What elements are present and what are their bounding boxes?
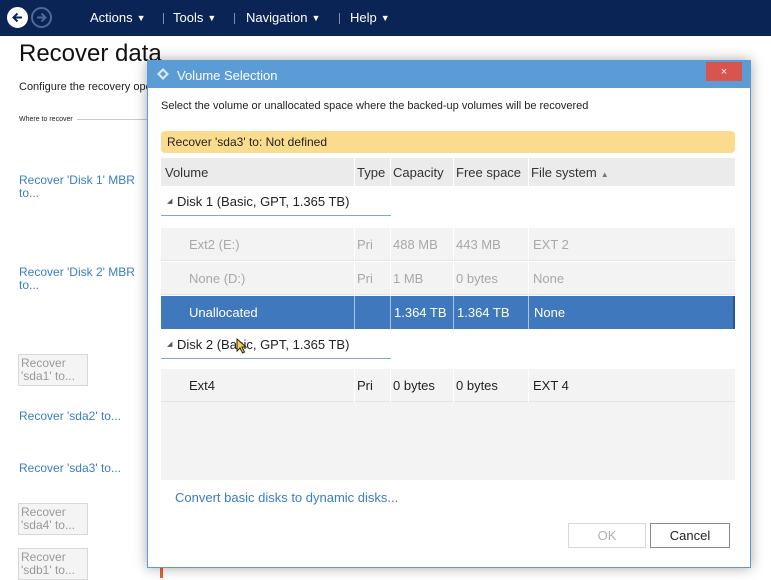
recover-disk1-mbr-link[interactable]: Recover 'Disk 1' MBR to... <box>19 174 139 200</box>
column-divider <box>453 158 454 186</box>
table-row-selected[interactable]: Unallocated 1.364 TB 1.364 TB None <box>161 296 735 329</box>
volume-selection-dialog: Volume Selection × Select the volume or … <box>147 60 751 568</box>
cell-free-space: 0 bytes <box>456 378 498 393</box>
menu-navigation-label: Navigation <box>246 10 308 25</box>
column-header-type[interactable]: Type <box>357 165 385 180</box>
cell-volume: Unallocated <box>189 305 258 320</box>
convert-dynamic-disks-link[interactable]: Convert basic disks to dynamic disks... <box>175 490 398 505</box>
cell-file-system: None <box>528 296 735 329</box>
column-divider <box>354 158 355 186</box>
dialog-instruction: Select the volume or unallocated space w… <box>161 100 589 112</box>
column-header-file-system[interactable]: File system ▲ <box>531 165 609 180</box>
table-row: None (D:) Pri 1 MB 0 bytes None <box>161 262 735 295</box>
recover-sda4-item[interactable]: Recover 'sda4' to... <box>18 503 88 535</box>
collapse-triangle-icon: ◢ <box>167 341 173 348</box>
close-icon: × <box>720 65 728 78</box>
cell-type: Pri <box>357 378 373 393</box>
dialog-title: Volume Selection <box>177 68 278 83</box>
cell-file-system: EXT 2 <box>533 237 569 252</box>
disk-underline <box>161 358 391 359</box>
cell-capacity: 0 bytes <box>393 378 435 393</box>
column-header-free-space[interactable]: Free space <box>456 165 521 180</box>
section-divider <box>77 119 149 120</box>
recover-sda2-link[interactable]: Recover 'sda2' to... <box>19 410 139 423</box>
cell-free-space: 1.364 TB <box>453 296 528 329</box>
chevron-down-icon: ▼ <box>136 12 146 23</box>
sort-ascending-icon: ▲ <box>600 170 609 179</box>
arrow-right-icon <box>37 12 47 23</box>
recover-sdb1-item[interactable]: Recover 'sdb1' to... <box>18 548 88 580</box>
section-label: Where to recover <box>19 116 73 123</box>
recover-sda1-item[interactable]: Recover 'sda1' to... <box>18 354 88 386</box>
back-button[interactable] <box>7 7 28 28</box>
cell-capacity: 1 MB <box>393 271 424 286</box>
recover-disk2-mbr-link[interactable]: Recover 'Disk 2' MBR to... <box>19 266 139 292</box>
close-button[interactable]: × <box>706 62 742 81</box>
disk-group-header[interactable]: ◢ Disk 1 (Basic, GPT, 1.365 TB) <box>161 189 735 216</box>
cell-free-space: 443 MB <box>456 237 501 252</box>
recover-target-banner: Recover 'sda3' to: Not defined <box>161 131 735 153</box>
disk-label: Disk 1 (Basic, GPT, 1.365 TB) <box>177 194 350 209</box>
menu-actions-label: Actions <box>90 10 133 25</box>
recover-sda3-link[interactable]: Recover 'sda3' to... <box>19 462 139 475</box>
top-menu-bar: Actions ▼ Tools ▼ Navigation ▼ Help ▼ <box>0 0 771 36</box>
status-marker <box>160 567 163 578</box>
disk-underline <box>161 215 391 216</box>
table-row: Ext2 (E:) Pri 488 MB 443 MB EXT 2 <box>161 228 735 261</box>
page-title: Recover data <box>19 40 162 67</box>
column-divider <box>528 158 529 186</box>
volume-table-header: Volume Type Capacity Free space File sys… <box>161 158 735 186</box>
chevron-down-icon: ▼ <box>380 12 390 23</box>
cell-type: Pri <box>357 271 373 286</box>
dialog-body: Select the volume or unallocated space w… <box>148 88 750 567</box>
column-header-file-system-label: File system <box>531 165 597 180</box>
chevron-down-icon: ▼ <box>207 12 217 23</box>
cell-free-space: 0 bytes <box>456 271 498 286</box>
page-description: Configure the recovery ope <box>19 81 149 93</box>
menu-tools-label: Tools <box>173 10 204 25</box>
cancel-button[interactable]: Cancel <box>650 523 730 548</box>
cell-volume: Ext4 <box>189 378 216 393</box>
menu-help[interactable]: Help ▼ <box>350 10 390 25</box>
forward-button[interactable] <box>31 7 52 28</box>
menu-separator <box>163 13 164 24</box>
volume-icon <box>157 68 169 80</box>
column-divider <box>390 158 391 186</box>
dialog-titlebar[interactable]: Volume Selection × <box>148 61 750 88</box>
menu-tools[interactable]: Tools ▼ <box>173 10 216 25</box>
mouse-cursor-icon <box>236 338 248 354</box>
arrow-left-icon <box>12 12 22 23</box>
chevron-down-icon: ▼ <box>311 12 321 23</box>
menu-separator <box>339 13 340 24</box>
cell-capacity: 488 MB <box>393 237 438 252</box>
menu-help-label: Help <box>350 10 377 25</box>
cell-file-system: EXT 4 <box>533 378 569 393</box>
cell-file-system: None <box>533 271 565 286</box>
cell-volume: None (D:) <box>189 271 246 286</box>
column-header-volume[interactable]: Volume <box>165 165 208 180</box>
menu-separator <box>234 13 235 24</box>
cell-capacity: 1.364 TB <box>390 296 453 329</box>
cell-type <box>354 296 390 329</box>
collapse-triangle-icon: ◢ <box>167 198 173 205</box>
ok-button[interactable]: OK <box>568 523 646 548</box>
table-row[interactable]: Ext4 Pri 0 bytes 0 bytes EXT 4 <box>161 369 735 402</box>
menu-actions[interactable]: Actions ▼ <box>90 10 146 25</box>
menu-navigation[interactable]: Navigation ▼ <box>246 10 320 25</box>
table-empty-area <box>161 402 735 480</box>
cell-type: Pri <box>357 237 373 252</box>
cell-volume: Ext2 (E:) <box>189 237 240 252</box>
column-header-capacity[interactable]: Capacity <box>393 165 444 180</box>
disk-label: Disk 2 (Basic, GPT, 1.365 TB) <box>177 337 350 352</box>
